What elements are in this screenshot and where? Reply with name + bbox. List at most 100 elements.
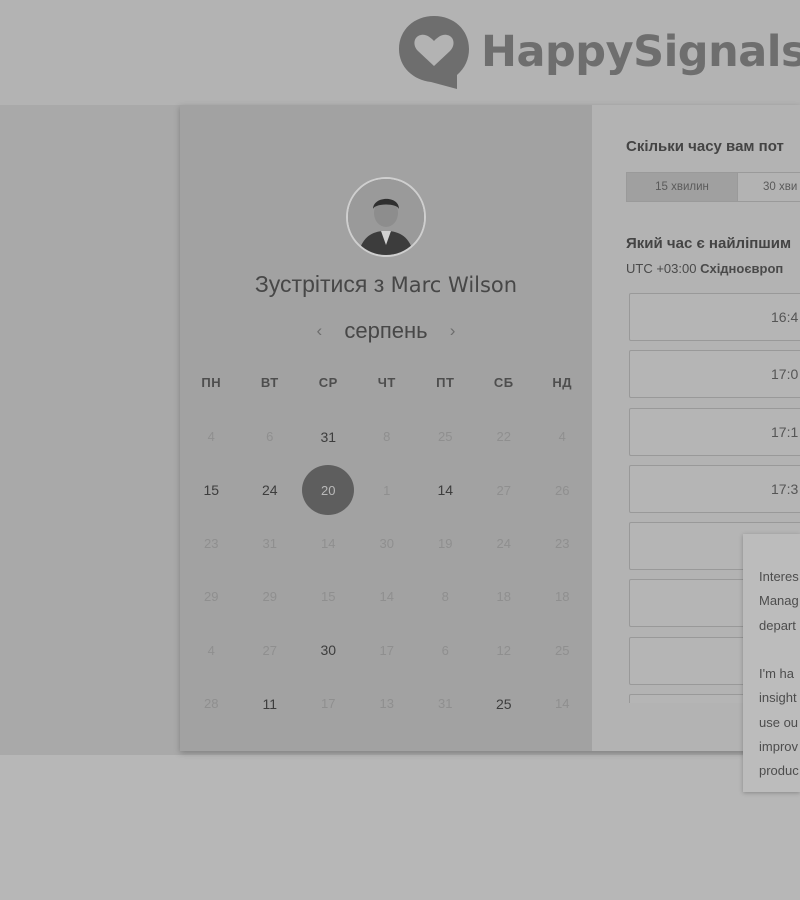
time-question: Який час є найліпшим — [626, 235, 792, 252]
timezone-name: Східноєвроп — [700, 261, 784, 276]
calendar-day: 14 — [533, 677, 592, 730]
calendar-day: 14 — [358, 570, 417, 623]
calendar-day-number: 14 — [379, 589, 394, 605]
timezone-selector[interactable]: UTC +03:00 Східноєвроп — [626, 261, 783, 276]
calendar-day: 8 — [416, 570, 475, 623]
calendar-day: 25 — [533, 624, 592, 677]
calendar-day-number: 18 — [555, 589, 570, 605]
current-month: серпень — [344, 318, 428, 343]
calendar-day-number: 18 — [496, 589, 511, 605]
chat-popup-line — [759, 638, 800, 662]
calendar-day[interactable]: 15 — [182, 463, 241, 516]
time-slot-label: 17:1 — [771, 423, 799, 440]
calendar-day: 8 — [358, 410, 417, 463]
calendar-day-number: 12 — [496, 642, 511, 658]
brand-logo[interactable]: HappySignals — [397, 14, 800, 90]
calendar-day: 23 — [182, 517, 241, 570]
calendar-day: 25 — [416, 410, 475, 463]
calendar-day[interactable]: 30 — [299, 624, 358, 677]
calendar-day-number: 25 — [555, 642, 570, 658]
calendar-day-number: 27 — [496, 482, 511, 498]
calendar-day-number: 1 — [383, 482, 391, 498]
month-navigation: ‹ серпень › — [180, 316, 592, 346]
calendar-day: 31 — [416, 677, 475, 730]
chat-popup-text: Interes Manag depart I'm ha insight use ou im… — [759, 565, 800, 784]
time-slot-label: 17:3 — [771, 480, 799, 497]
calendar-day-selected[interactable]: 20 — [299, 463, 358, 516]
calendar-day[interactable]: 31 — [299, 410, 358, 463]
weekday-label: ПН — [201, 375, 222, 390]
calendar-day-number: 17 — [321, 696, 336, 712]
calendar-day-number: 13 — [379, 696, 394, 712]
time-slot[interactable]: 17:3 — [629, 464, 800, 513]
calendar-day: 4 — [533, 410, 592, 463]
calendar-day-number: 25 — [495, 695, 512, 712]
calendar-day: 29 — [182, 570, 241, 623]
calendar-day-number: 8 — [383, 429, 391, 445]
chat-popup-line: insight — [759, 690, 797, 706]
calendar-day-number: 6 — [441, 642, 449, 658]
calendar-day[interactable]: 11 — [241, 677, 300, 730]
calendar-day: 27 — [475, 463, 534, 516]
calendar-day-number: 28 — [204, 696, 219, 712]
weekday-header: ПН ВТ СР ЧТ ПТ СБ НД — [180, 375, 592, 390]
calendar-day: 30 — [358, 517, 417, 570]
calendar-day[interactable]: 14 — [416, 463, 475, 516]
calendar-week: 15 24 20 1 14 27 26 — [182, 463, 592, 516]
calendar-day: 15 — [299, 570, 358, 623]
calendar-day[interactable]: 24 — [241, 463, 300, 516]
chat-popup-line: use ou — [759, 714, 799, 730]
duration-option-30[interactable]: 30 хви — [738, 172, 800, 202]
calendar-day-number: 30 — [379, 535, 394, 551]
chevron-left-icon[interactable]: ‹ — [308, 321, 330, 341]
calendar-day: 17 — [299, 677, 358, 730]
calendar-day-number: 17 — [379, 642, 394, 658]
calendar-day: 6 — [416, 624, 475, 677]
calendar-day-number: 31 — [438, 696, 453, 712]
calendar-day-number: 4 — [558, 429, 566, 445]
calendar-day: 23 — [533, 517, 592, 570]
timezone-offset: UTC +03:00 — [626, 261, 697, 276]
page-footer-area — [0, 755, 800, 900]
chat-popup-line: depart — [759, 617, 796, 633]
calendar-day: 29 — [241, 570, 300, 623]
calendar-day-number: 25 — [438, 429, 453, 445]
calendar-week: 4 27 30 17 6 12 25 — [182, 624, 592, 677]
chevron-right-icon[interactable]: › — [442, 321, 464, 341]
weekday-label: СБ — [493, 375, 514, 390]
duration-option-15[interactable]: 15 хвилин — [626, 172, 738, 202]
calendar-day-number: 30 — [320, 642, 337, 659]
host-name: Marc Wilson — [390, 273, 518, 297]
calendar-day-number: 29 — [262, 589, 277, 605]
calendar-day: 17 — [358, 624, 417, 677]
time-slot[interactable]: 17:1 — [629, 407, 800, 456]
calendar-day: 6 — [241, 410, 300, 463]
calendar-day: 18 — [475, 570, 534, 623]
chat-popup[interactable]: Interes Manag depart I'm ha insight use ou im… — [743, 534, 800, 792]
calendar-day-number: 14 — [321, 535, 336, 551]
calendar-week: 29 29 15 14 8 18 18 — [182, 570, 592, 623]
meeting-title-prefix: Зустрітися з — [254, 271, 385, 297]
calendar-week: 4 6 31 8 25 22 4 — [182, 410, 592, 463]
avatar — [346, 177, 426, 257]
calendar-day-number: 20 — [302, 465, 355, 516]
chat-popup-line: Interes — [759, 569, 799, 584]
calendar-day-number: 24 — [261, 482, 278, 499]
calendar-day: 4 — [182, 624, 241, 677]
time-slot[interactable]: 17:0 — [629, 350, 800, 399]
calendar-day-number: 24 — [496, 535, 511, 551]
calendar-day: 22 — [475, 410, 534, 463]
calendar-day[interactable]: 25 — [475, 677, 534, 730]
person-photo-icon — [348, 179, 424, 255]
calendar-day-number: 4 — [207, 429, 215, 445]
heart-bubble-icon — [399, 16, 469, 89]
weekday-label: ЧТ — [377, 375, 396, 390]
booking-card: Зустрітися з Marc Wilson ‹ серпень › ПН В… — [180, 105, 800, 751]
calendar-day: 18 — [533, 570, 592, 623]
chat-popup-line: improv — [759, 739, 799, 755]
brand-name: HappySignals — [481, 27, 800, 77]
calendar-day-number: 27 — [262, 642, 277, 658]
calendar-day-number: 14 — [555, 696, 570, 712]
time-slot[interactable]: 16:4 — [629, 293, 800, 341]
calendar-week: 28 11 17 13 31 25 14 — [182, 677, 592, 730]
